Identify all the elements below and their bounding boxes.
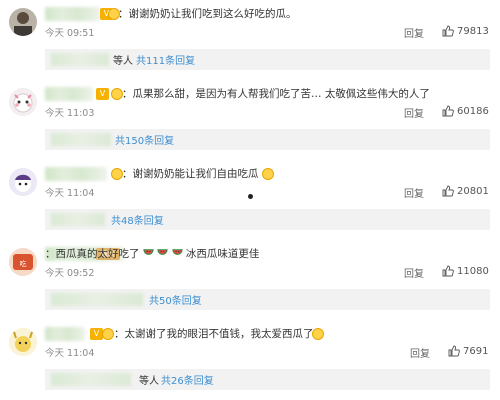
- username[interactable]: [45, 87, 93, 101]
- vip-badge-icon: V: [96, 88, 109, 100]
- comment-text: ：太谢谢了我的眼泪不值钱，我太爱西瓜了: [114, 328, 314, 340]
- thumbs-up-icon: [442, 185, 454, 197]
- reply-button[interactable]: 回复: [404, 25, 424, 40]
- reply-button[interactable]: 回复: [404, 185, 424, 200]
- reply-button[interactable]: 回复: [410, 345, 430, 360]
- reply-user-names: [51, 293, 143, 306]
- replies-count-link[interactable]: 共48条回复: [111, 212, 164, 227]
- comment-text: ：瓜果那么甜，是因为有人帮我们吃了苦… 太敬佩这些伟大的人了: [122, 88, 430, 100]
- dot-mark: [248, 194, 253, 199]
- watermelon-icon: [171, 249, 183, 255]
- like-count: 11080: [457, 265, 489, 277]
- avatar[interactable]: [9, 8, 37, 36]
- replies-summary[interactable]: 共48条回复: [45, 209, 490, 230]
- replies-summary[interactable]: 共50条回复: [45, 289, 490, 310]
- watermelon-icon: [157, 249, 168, 255]
- thumbs-up-icon: [448, 345, 460, 357]
- replies-count-link[interactable]: 共150条回复: [115, 132, 174, 147]
- like-count: 60186: [457, 105, 489, 117]
- replies-count-link[interactable]: 共111条回复: [136, 52, 195, 67]
- like-button[interactable]: 11080: [442, 265, 489, 277]
- comment-time: 今天 09:52: [45, 268, 95, 279]
- emoji-icon: [102, 328, 114, 340]
- comment-time: 今天 11:04: [45, 188, 95, 199]
- comment-text-end: 冰西瓜味道更佳: [185, 248, 260, 260]
- thumbs-up-icon: [442, 105, 454, 117]
- reply-user-names: [51, 133, 111, 146]
- reply-user-names: [51, 373, 131, 386]
- comment-time: 今天 09:51: [45, 28, 95, 39]
- reply-user-names: [51, 53, 109, 66]
- replies-count-link[interactable]: 共26条回复: [161, 372, 214, 387]
- comment-time: 今天 11:03: [45, 108, 95, 119]
- replies-summary[interactable]: 等人 共26条回复: [45, 369, 490, 390]
- svg-text:吃: 吃: [20, 259, 27, 268]
- reply-user-names: [51, 213, 105, 226]
- comment-text: ：谢谢奶奶让我们吃到这么好吃的瓜。: [118, 8, 297, 20]
- comment-text: ：谢谢奶奶能让我们自由吃瓜: [122, 168, 259, 180]
- replies-others-label: 等人: [139, 376, 159, 387]
- like-button[interactable]: 60186: [442, 105, 489, 117]
- replies-others-label: 等人: [113, 56, 133, 67]
- like-button[interactable]: 79813: [442, 25, 489, 37]
- username[interactable]: [45, 167, 107, 181]
- like-button[interactable]: 20801: [442, 185, 489, 197]
- like-button[interactable]: 7691: [448, 345, 488, 357]
- avatar[interactable]: [9, 88, 37, 116]
- replies-summary[interactable]: 共150条回复: [45, 129, 490, 150]
- emoji-icon: [312, 328, 324, 340]
- replies-summary[interactable]: 等人 共111条回复: [45, 49, 490, 70]
- username[interactable]: [45, 327, 85, 341]
- comment-text-start: ：西瓜真的太好吃了: [45, 248, 140, 260]
- avatar[interactable]: 吃: [9, 248, 37, 276]
- like-count: 79813: [457, 25, 489, 37]
- username[interactable]: [45, 7, 100, 21]
- thumbs-up-icon: [442, 265, 454, 277]
- comment-text: ：西瓜真的太好吃了 冰西瓜味道更佳: [45, 247, 259, 261]
- replies-count-link[interactable]: 共50条回复: [149, 292, 202, 307]
- avatar[interactable]: [9, 328, 37, 356]
- reply-button[interactable]: 回复: [404, 265, 424, 280]
- watermelon-icon: [143, 249, 154, 255]
- reply-button[interactable]: 回复: [404, 105, 424, 120]
- thumbs-up-icon: [442, 25, 454, 37]
- emoji-icon: [262, 168, 274, 180]
- like-count: 7691: [463, 345, 489, 357]
- avatar[interactable]: [9, 168, 37, 196]
- comment-time: 今天 11:04: [45, 348, 95, 359]
- like-count: 20801: [457, 185, 489, 197]
